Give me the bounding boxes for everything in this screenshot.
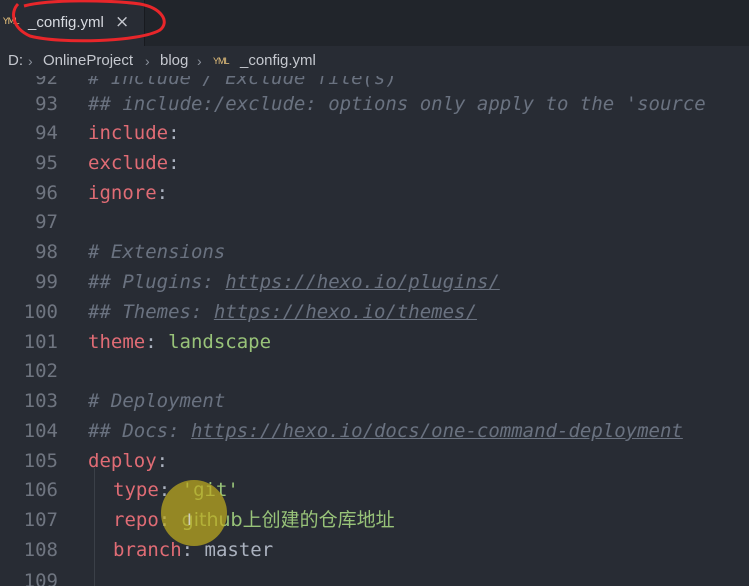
code-line: 106 type: 'git' <box>0 475 749 505</box>
line-number: 97 <box>35 211 58 233</box>
code-line: 109 <box>0 566 749 586</box>
yaml-key: include <box>88 122 169 144</box>
breadcrumb-blog[interactable]: blog <box>160 46 188 76</box>
breadcrumb-onlineproject[interactable]: OnlineProject <box>43 46 133 76</box>
colon: : <box>168 122 180 144</box>
yml-file-icon: YML <box>213 56 229 66</box>
comment-prefix: ## Themes: <box>88 301 214 323</box>
comment-prefix: ## Docs: <box>88 420 191 442</box>
yaml-key: ignore <box>88 182 157 204</box>
line-number: 94 <box>35 122 58 144</box>
code-line: 102 <box>0 356 749 386</box>
code-line: 94 include: <box>0 118 749 148</box>
code-line: 96 ignore: <box>0 178 749 208</box>
line-number: 104 <box>23 420 58 442</box>
code-line: 104 ## Docs: https://hexo.io/docs/one-co… <box>0 416 749 446</box>
yaml-key: repo <box>113 509 159 531</box>
line-number: 93 <box>35 93 58 115</box>
code-line: 107 repo: github上创建的仓库地址 <box>0 505 749 535</box>
breadcrumb-drive[interactable]: D: <box>8 46 23 76</box>
line-number: 95 <box>35 152 58 174</box>
comment-prefix: ## Plugins: <box>88 271 226 293</box>
comment-text: ## Docs: https://hexo.io/docs/one-comman… <box>88 416 683 446</box>
url-link[interactable]: https://hexo.io/themes/ <box>214 301 477 323</box>
yml-file-icon: YML <box>3 17 19 27</box>
code-editor[interactable]: 92 # Include / Exclude file(s) 93 ## inc… <box>0 76 749 586</box>
comment-text: ## Themes: https://hexo.io/themes/ <box>88 297 477 327</box>
chevron-right-icon: › <box>197 53 202 69</box>
code-text: deploy: <box>88 446 168 476</box>
yaml-key: exclude <box>88 152 169 174</box>
code-line: 98 # Extensions <box>0 237 749 267</box>
code-text: repo: github上创建的仓库地址 <box>113 505 395 535</box>
yaml-key: theme <box>88 331 146 353</box>
comment-text: # Deployment <box>88 390 226 412</box>
mouse-cursor-highlight <box>161 480 227 546</box>
yaml-key: deploy <box>88 450 157 472</box>
comment-text: ## include:/exclude: options only apply … <box>88 93 706 115</box>
code-text: include: <box>88 118 180 148</box>
comment-text: # Extensions <box>88 241 226 263</box>
url-link[interactable]: https://hexo.io/docs/one-command-deploym… <box>191 420 683 442</box>
line-number: 106 <box>23 479 58 501</box>
code-text: exclude: <box>88 148 180 178</box>
line-number: 109 <box>23 570 58 586</box>
colon: : <box>168 152 180 174</box>
colon: : <box>145 331 169 353</box>
breadcrumb: D: › OnlineProject › blog › YML _config.… <box>0 46 749 76</box>
code-line: 97 <box>0 207 749 237</box>
code-line: 101 theme: landscape <box>0 327 749 357</box>
line-number: 98 <box>35 241 58 263</box>
line-number: 99 <box>35 271 58 293</box>
code-line: 103 # Deployment <box>0 386 749 416</box>
chevron-right-icon: › <box>28 53 33 69</box>
line-number: 101 <box>23 331 58 353</box>
line-number: 102 <box>23 360 58 382</box>
code-line: 93 ## include:/exclude: options only app… <box>0 89 749 119</box>
yaml-key: type <box>113 479 159 501</box>
code-line: 100 ## Themes: https://hexo.io/themes/ <box>0 297 749 327</box>
text-cursor-icon: I <box>187 510 192 529</box>
code-text: ignore: <box>88 178 168 208</box>
line-number: 103 <box>23 390 58 412</box>
comment-text: ## Plugins: https://hexo.io/plugins/ <box>88 267 500 297</box>
line-number: 100 <box>23 301 58 323</box>
line-number: 105 <box>23 450 58 472</box>
tab-title: _config.yml <box>28 14 104 31</box>
yaml-value: landscape <box>168 331 272 353</box>
code-line: 99 ## Plugins: https://hexo.io/plugins/ <box>0 267 749 297</box>
code-line: 95 exclude: <box>0 148 749 178</box>
colon: : <box>156 182 169 204</box>
line-number: 107 <box>23 509 58 531</box>
yaml-value: master <box>204 539 274 561</box>
colon: : <box>156 450 169 472</box>
breadcrumb-file[interactable]: _config.yml <box>240 46 316 76</box>
chevron-right-icon: › <box>145 53 150 69</box>
code-text: theme: landscape <box>88 327 271 357</box>
line-number: 108 <box>23 539 58 561</box>
code-line: 108 branch: master <box>0 535 749 565</box>
close-icon[interactable]: × <box>115 12 129 32</box>
tab-config-yml[interactable]: YML _config.yml × <box>0 0 145 46</box>
url-link[interactable]: https://hexo.io/plugins/ <box>225 271 500 293</box>
yaml-key: branch <box>113 539 182 561</box>
code-line: 105 deploy: <box>0 446 749 476</box>
tab-bar: YML _config.yml × <box>0 0 749 46</box>
line-number: 96 <box>35 182 58 204</box>
